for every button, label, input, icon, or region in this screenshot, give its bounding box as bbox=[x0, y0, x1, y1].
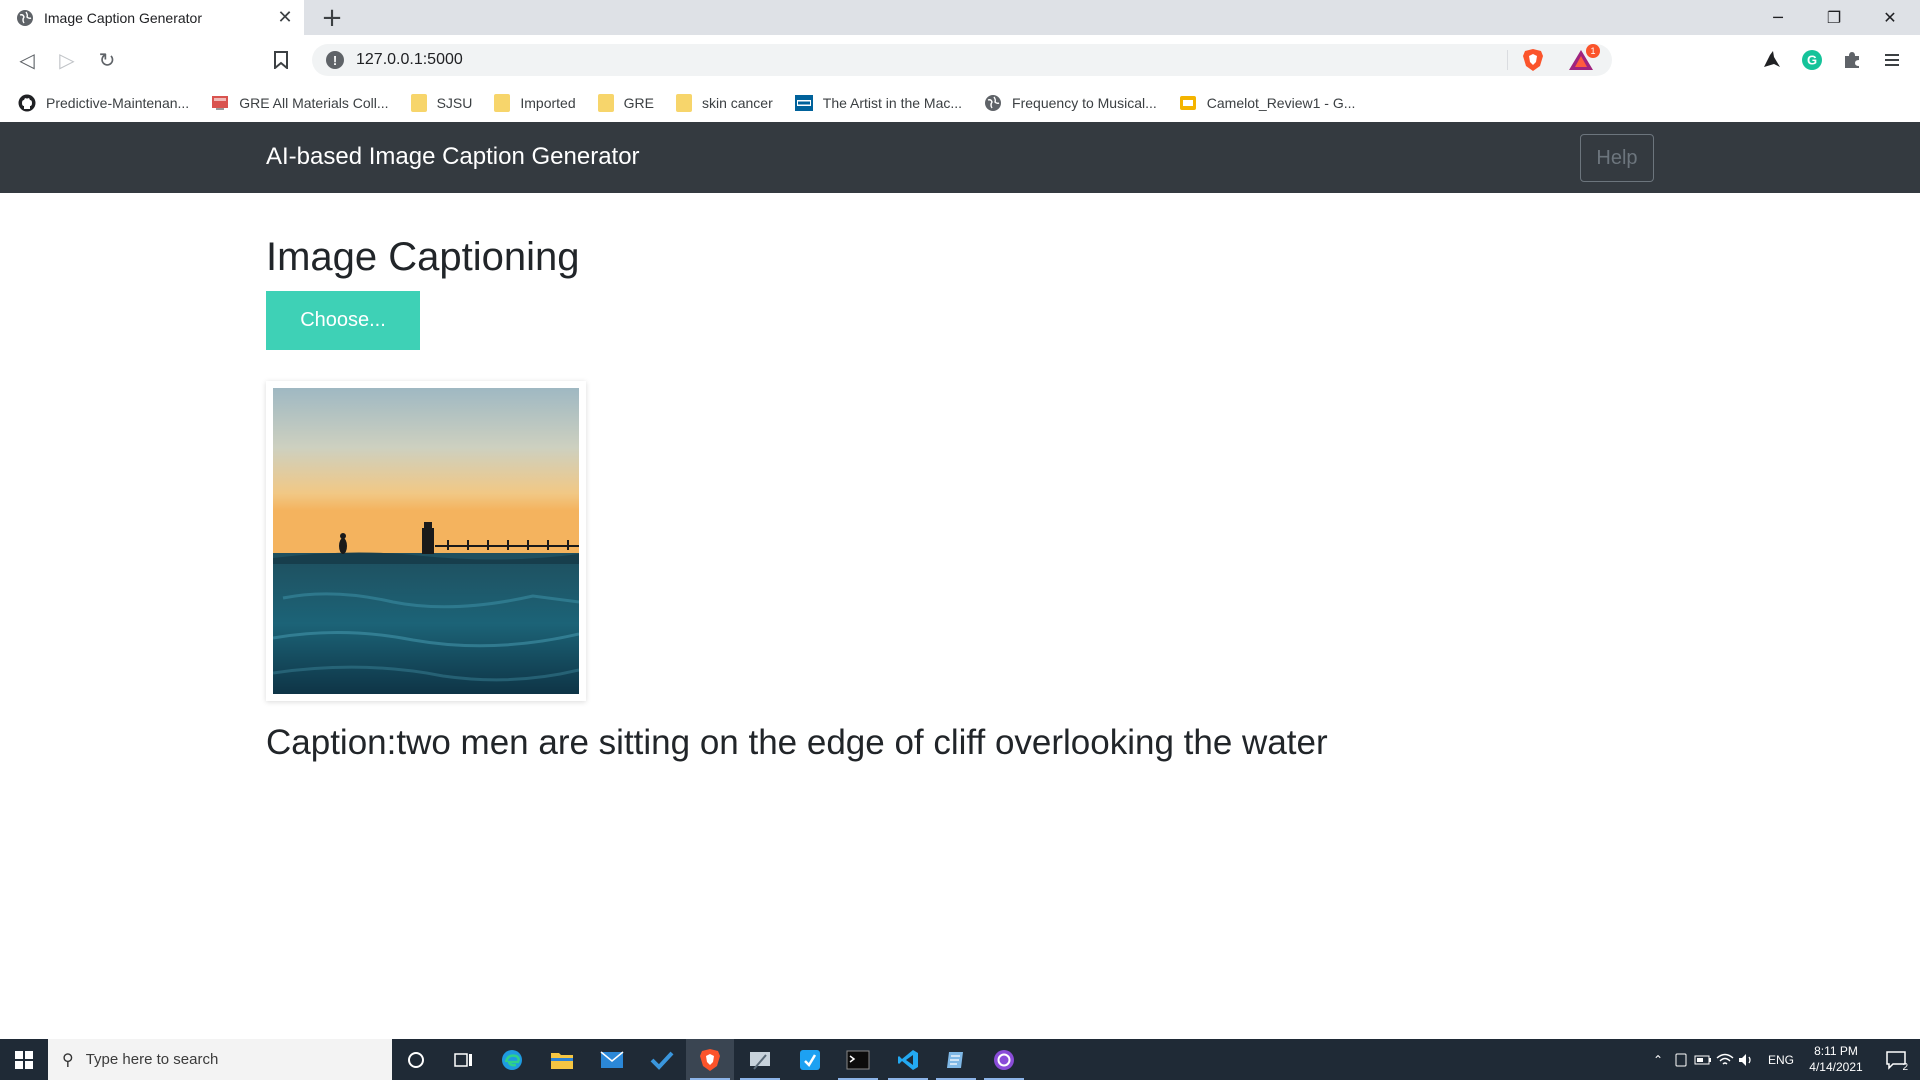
taskbar-search[interactable]: ⚲ Type here to search bbox=[48, 1039, 392, 1080]
caption-text: Caption:two men are sitting on the edge … bbox=[266, 723, 1328, 762]
address-bar[interactable]: ! 127.0.0.1:5000 1 bbox=[312, 44, 1612, 76]
cortana-icon[interactable] bbox=[392, 1039, 440, 1080]
help-button[interactable]: Help bbox=[1580, 134, 1654, 182]
bookmark-label: Imported bbox=[520, 95, 576, 111]
bookmark-item[interactable]: GRE All Materials Coll... bbox=[211, 94, 389, 112]
omnibox-divider bbox=[1507, 50, 1508, 70]
brave-shield-icon[interactable] bbox=[1522, 48, 1544, 72]
clock-date: 4/14/2021 bbox=[1809, 1060, 1863, 1074]
rewards-badge: 1 bbox=[1586, 44, 1600, 58]
restore-button[interactable]: ❐ bbox=[1806, 0, 1862, 35]
taskbar-clock[interactable]: 8:11 PM 4/14/2021 bbox=[1798, 1043, 1874, 1075]
minimize-button[interactable]: ─ bbox=[1750, 0, 1806, 35]
bookmark-label: The Artist in the Mac... bbox=[822, 95, 963, 111]
file-explorer-icon[interactable] bbox=[538, 1039, 586, 1080]
tab-close-icon[interactable]: ✕ bbox=[270, 3, 300, 33]
browser-toolbar: ◁ ▷ ↻ ! 127.0.0.1:5000 1 G bbox=[0, 35, 1920, 84]
search-placeholder: Type here to search bbox=[85, 1051, 219, 1068]
github-icon bbox=[18, 94, 36, 112]
folder-icon bbox=[675, 94, 692, 112]
gre-icon bbox=[212, 96, 229, 110]
bookmark-label: skin cancer bbox=[701, 95, 773, 111]
choose-file-button[interactable]: Choose... bbox=[266, 291, 420, 350]
new-tab-button[interactable]: + bbox=[316, 2, 348, 34]
bookmark-label: GRE bbox=[623, 95, 654, 111]
bookmark-label: Frequency to Musical... bbox=[1012, 95, 1157, 111]
reload-button[interactable]: ↻ bbox=[90, 44, 124, 76]
mail-icon[interactable] bbox=[588, 1039, 636, 1080]
page-title: Image Captioning bbox=[266, 235, 580, 279]
app-brand[interactable]: AI-based Image Caption Generator bbox=[266, 143, 640, 171]
screen: Image Caption Generator ✕ + ─ ❐ ✕ ◁ ▷ ↻ … bbox=[0, 0, 1920, 1080]
edge-icon[interactable] bbox=[488, 1039, 536, 1080]
bookmark-item[interactable]: The Artist in the Mac... bbox=[794, 94, 963, 112]
notepad-icon[interactable] bbox=[932, 1039, 980, 1080]
volume-icon[interactable] bbox=[1736, 1052, 1758, 1068]
bookmark-item[interactable]: Predictive-Maintenan... bbox=[18, 94, 189, 112]
wifi-icon[interactable] bbox=[1714, 1052, 1736, 1068]
menu-icon[interactable] bbox=[1880, 48, 1904, 72]
bookmark-item[interactable]: Frequency to Musical... bbox=[984, 94, 1157, 112]
github-desktop-icon[interactable] bbox=[980, 1039, 1028, 1080]
extension-bird-icon[interactable] bbox=[1760, 48, 1784, 72]
slides-icon bbox=[1179, 96, 1196, 110]
device-icon[interactable] bbox=[1670, 1052, 1692, 1068]
globe-icon bbox=[17, 9, 33, 26]
todo-icon[interactable] bbox=[638, 1039, 686, 1080]
windows-start-icon[interactable] bbox=[0, 1039, 48, 1080]
bookmark-item[interactable]: skin cancer bbox=[675, 94, 773, 112]
notifications-icon[interactable]: 2 bbox=[1872, 1039, 1920, 1080]
tab-title: Image Caption Generator bbox=[44, 9, 202, 26]
bookmark-label: SJSU bbox=[436, 95, 473, 111]
windows-taskbar: ⚲ Type here to search ⌃ ENG 8:11 PM 4/14… bbox=[0, 1039, 1920, 1080]
extensions-puzzle-icon[interactable] bbox=[1840, 48, 1864, 72]
tray-chevron-icon[interactable]: ⌃ bbox=[1646, 1053, 1670, 1067]
globe-icon bbox=[985, 95, 1002, 111]
terminal-icon[interactable] bbox=[834, 1039, 882, 1080]
folder-icon bbox=[410, 94, 427, 112]
store-icon[interactable] bbox=[786, 1039, 834, 1080]
vscode-icon[interactable] bbox=[884, 1039, 932, 1080]
language-indicator[interactable]: ENG bbox=[1768, 1053, 1794, 1067]
battery-icon[interactable] bbox=[1692, 1052, 1714, 1068]
bookmark-item[interactable]: SJSU bbox=[410, 94, 473, 112]
bookmark-icon[interactable] bbox=[264, 44, 298, 76]
brave-taskbar-icon[interactable] bbox=[686, 1039, 734, 1080]
site-info-icon[interactable]: ! bbox=[326, 51, 344, 69]
svg-text:G: G bbox=[1807, 53, 1817, 68]
notification-count: 2 bbox=[1902, 1062, 1908, 1073]
bookmark-label: GRE All Materials Coll... bbox=[239, 95, 389, 111]
browser-tabstrip: Image Caption Generator ✕ + ─ ❐ ✕ bbox=[0, 0, 1920, 35]
folder-icon bbox=[494, 94, 511, 112]
search-icon: ⚲ bbox=[62, 1050, 74, 1069]
bookmarks-bar: Predictive-Maintenan... GRE All Material… bbox=[0, 84, 1920, 122]
app-navbar: AI-based Image Caption Generator Help bbox=[0, 122, 1920, 193]
bookmark-item[interactable]: Imported bbox=[494, 94, 576, 112]
brave-rewards-icon[interactable]: 1 bbox=[1568, 44, 1600, 72]
snipping-tool-icon[interactable] bbox=[736, 1039, 784, 1080]
task-view-icon[interactable] bbox=[440, 1039, 488, 1080]
bookmark-label: Camelot_Review1 - G... bbox=[1206, 95, 1356, 111]
uploaded-image-card bbox=[266, 381, 586, 701]
uploaded-image bbox=[273, 388, 579, 694]
folder-icon bbox=[597, 94, 614, 112]
bookmark-item[interactable]: Camelot_Review1 - G... bbox=[1179, 94, 1356, 112]
close-window-button[interactable]: ✕ bbox=[1862, 0, 1918, 35]
url-text[interactable]: 127.0.0.1:5000 bbox=[356, 51, 1507, 69]
ieee-icon bbox=[794, 95, 813, 111]
browser-tab[interactable]: Image Caption Generator ✕ bbox=[0, 0, 304, 35]
grammarly-icon[interactable]: G bbox=[1800, 48, 1824, 72]
back-button[interactable]: ◁ bbox=[10, 44, 44, 76]
bookmark-label: Predictive-Maintenan... bbox=[46, 95, 190, 111]
clock-time: 8:11 PM bbox=[1814, 1044, 1858, 1058]
forward-button[interactable]: ▷ bbox=[50, 44, 84, 76]
bookmark-item[interactable]: GRE bbox=[597, 94, 654, 112]
system-tray: ⌃ ENG bbox=[1646, 1039, 1794, 1080]
